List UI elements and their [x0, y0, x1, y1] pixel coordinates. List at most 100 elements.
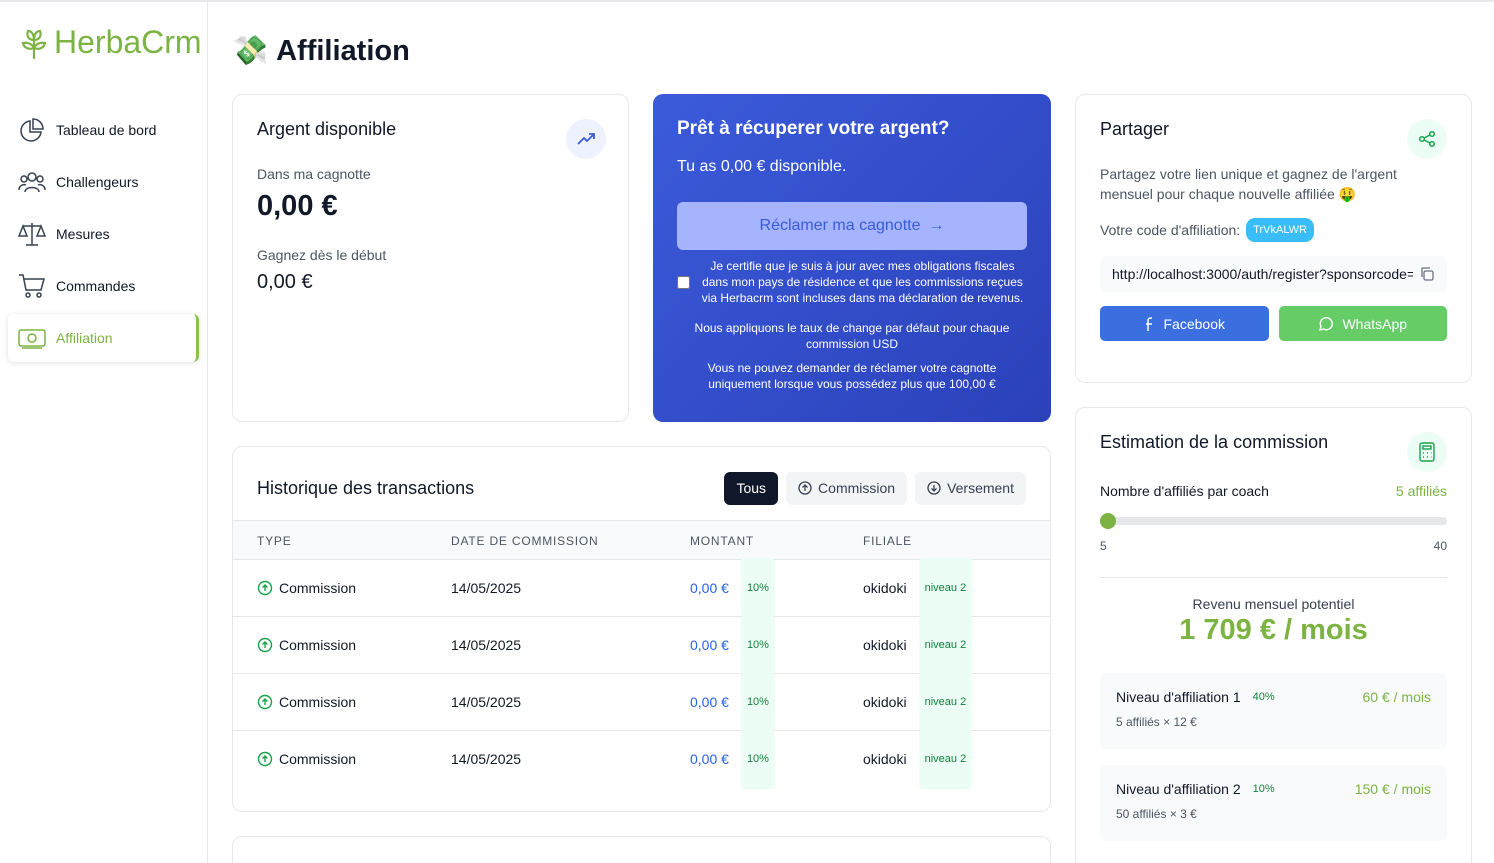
revenue-block: Revenu mensuel potentiel 1 709 € / mois: [1100, 596, 1447, 647]
facebook-share-button[interactable]: Facebook: [1100, 306, 1269, 341]
sidebar-item-challengers[interactable]: Challengeurs: [8, 158, 199, 206]
slider-value: 5 affiliés: [1395, 483, 1447, 499]
arrow-right-icon: →: [928, 217, 945, 234]
sidebar-item-affiliation[interactable]: Affiliation: [8, 314, 199, 362]
certify-checkbox[interactable]: [677, 275, 690, 289]
brand-name: HerbaCrm: [54, 24, 202, 60]
level-percent: 40%: [1252, 691, 1275, 703]
whatsapp-share-button[interactable]: WhatsApp: [1278, 306, 1447, 341]
amount-cell: 0,00 € 10%: [690, 558, 775, 618]
estimate-title: Estimation de la commission: [1100, 432, 1329, 452]
facebook-icon: [1145, 316, 1152, 331]
claim-button[interactable]: Réclamer ma cagnotte →: [677, 202, 1027, 250]
pot-label: Dans ma cagnotte: [257, 166, 371, 182]
level-amount: 150 € / mois: [1354, 781, 1431, 797]
balance-card: Argent disponible Dans ma cagnotte 0,00 …: [232, 94, 629, 422]
level-card: Niveau d'affiliation 2 10% 150 € / mois 5…: [1100, 765, 1447, 841]
amount-text: 0,00 €: [690, 694, 729, 710]
type-cell: Commission: [257, 674, 356, 730]
circle-arrow-up-icon: [798, 481, 812, 495]
filter-payout-button[interactable]: Versement: [915, 471, 1026, 505]
revenue-label: Revenu mensuel potentiel: [1192, 596, 1355, 612]
level-percent: 10%: [1252, 783, 1275, 795]
amount-cell: 0,00 € 10%: [690, 729, 775, 789]
filiale-text: okidoki: [863, 637, 907, 653]
share-title: Partager: [1100, 119, 1170, 139]
amount-text: 0,00 €: [690, 751, 729, 767]
affiliates-slider[interactable]: [1100, 513, 1447, 529]
type-cell: Commission: [257, 617, 356, 673]
share-description: Partagez votre lien unique et gagnez de …: [1100, 166, 1397, 202]
sidebar-item-dashboard[interactable]: Tableau de bord: [8, 106, 199, 154]
trending-up-icon: [566, 119, 606, 159]
percent-badge: 10%: [740, 558, 775, 618]
sidebar-item-measures[interactable]: Mesures: [8, 210, 199, 258]
claim-subtitle: Tu as 0,00 € disponible.: [677, 158, 847, 175]
table-row[interactable]: Commission 14/05/2025 0,00 € 10% okidoki…: [233, 729, 1050, 789]
date-cell: 14/05/2025: [451, 694, 522, 710]
sidebar-item-orders[interactable]: Commandes: [8, 262, 199, 310]
column-header: FILIALE: [863, 534, 912, 548]
affiliate-link-text: http://localhost:3000/auth/register?spon…: [1112, 266, 1413, 282]
claim-title: Prêt à récuperer votre argent?: [677, 118, 950, 139]
type-cell: Commission: [257, 560, 356, 616]
copy-icon[interactable]: [1419, 266, 1435, 282]
brand-logo[interactable]: HerbaCrm: [20, 24, 202, 61]
slider-header: Nombre d'affiliés par coach 5 affiliés: [1100, 483, 1447, 499]
type-cell: Commission: [257, 731, 356, 787]
claim-button-label: Réclamer ma cagnotte: [759, 217, 921, 234]
page-title-text: Affiliation: [276, 34, 410, 67]
affiliate-link-field[interactable]: http://localhost:3000/auth/register?spon…: [1100, 256, 1447, 292]
revenue-value: 1 709 € / mois: [1179, 614, 1368, 646]
filter-all-button[interactable]: Tous: [724, 471, 779, 505]
scale-icon: [18, 223, 46, 246]
percent-badge: 10%: [740, 672, 775, 732]
exchange-note: Nous appliquons le taux de change par dé…: [694, 321, 1010, 351]
affiliate-code-row: Votre code d'affiliation: TrVkALWR: [1100, 218, 1447, 242]
table-row[interactable]: Commission 14/05/2025 0,00 € 10% okidoki…: [233, 672, 1050, 732]
date-cell: 14/05/2025: [451, 637, 522, 653]
users-icon: [18, 172, 46, 193]
sidebar-item-label: Mesures: [56, 226, 110, 242]
table-row[interactable]: Commission 14/05/2025 0,00 € 10% okidoki…: [233, 558, 1050, 618]
affiliate-code-badge[interactable]: TrVkALWR: [1246, 218, 1314, 242]
earned-value: 0,00 €: [257, 271, 313, 293]
facebook-label: Facebook: [1163, 315, 1225, 332]
slider-thumb[interactable]: [1100, 513, 1116, 529]
percent-badge: 10%: [740, 615, 775, 675]
leaf-logo-icon: [21, 29, 47, 59]
estimate-card: Estimation de la commission Nombre d'aff…: [1075, 407, 1472, 863]
filter-label: Versement: [947, 480, 1014, 496]
share-buttons: Facebook WhatsApp: [1100, 306, 1447, 341]
level-badge: niveau 2: [918, 558, 973, 618]
filter-commission-button[interactable]: Commission: [786, 471, 908, 505]
claim-card: Prêt à récuperer votre argent? Tu as 0,0…: [653, 94, 1051, 422]
level-card: Niveau d'affiliation 1 40% 60 € / mois 5 …: [1100, 673, 1447, 749]
share-card: Partager Partagez votre lien unique et g…: [1075, 94, 1472, 383]
table-row[interactable]: Commission 14/05/2025 0,00 € 10% okidoki…: [233, 615, 1050, 675]
percent-badge: 10%: [740, 729, 775, 789]
filter-label: Commission: [818, 480, 896, 496]
filiale-text: okidoki: [863, 751, 907, 767]
level-badge: niveau 2: [918, 672, 973, 732]
column-header: TYPE: [257, 534, 292, 548]
balance-title: Argent disponible: [257, 119, 397, 139]
column-header: MONTANT: [690, 534, 755, 548]
transactions-title: Historique des transactions: [257, 477, 475, 498]
circle-arrow-up-icon: [257, 637, 273, 653]
certify-checkbox-row[interactable]: Je certifie que je suis à jour avec mes …: [677, 258, 1027, 306]
slider-label: Nombre d'affiliés par coach: [1100, 483, 1269, 499]
whatsapp-icon: [1319, 316, 1334, 331]
cart-icon: [19, 274, 45, 298]
amount-cell: 0,00 € 10%: [690, 672, 775, 732]
divider: [1100, 577, 1447, 578]
money-icon: [18, 329, 46, 349]
level-amount: 60 € / mois: [1362, 689, 1431, 705]
share-icon[interactable]: [1407, 119, 1447, 159]
level-detail: 50 affiliés × 3 €: [1116, 807, 1197, 821]
page-title: 💸 Affiliation: [232, 34, 410, 68]
level-name: Niveau d'affiliation 1: [1116, 689, 1241, 705]
amount-text: 0,00 €: [690, 580, 729, 596]
filiale-cell: okidoki niveau 2: [863, 729, 973, 789]
next-card: [232, 836, 1051, 863]
